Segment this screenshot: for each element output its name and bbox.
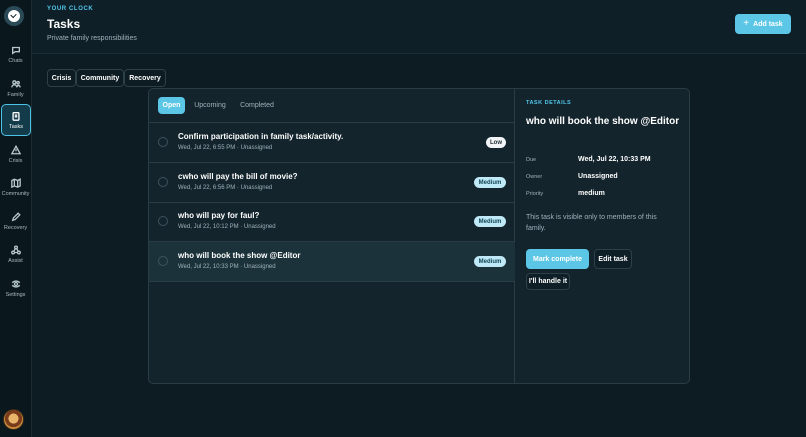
sidebar-item-label: Assist	[8, 257, 23, 264]
sidebar-item-label: Chats	[8, 57, 23, 64]
sidebar-item-family[interactable]: Family	[0, 72, 31, 104]
priority-label: Priority	[526, 191, 544, 197]
segment-crisis[interactable]: Crisis	[47, 69, 76, 87]
task-meta: Wed, Jul 22, 10:33 PM · Unassigned	[178, 264, 276, 270]
page-subtitle: Private family responsibilities	[47, 35, 137, 42]
priority-badge: Medium	[474, 256, 506, 267]
task-meta: Wed, Jul 22, 10:12 PM · Unassigned	[178, 224, 276, 230]
family-icon	[10, 79, 21, 87]
task-row[interactable]: cwho will pay the bill of movie? Wed, Ju…	[149, 163, 515, 203]
map-icon	[10, 177, 21, 188]
priority-badge: Medium	[474, 177, 506, 188]
sidebar-item-label: Settings	[5, 291, 26, 298]
detail-eyebrow: TASK DETAILS	[526, 100, 572, 106]
mark-complete-button[interactable]: Mark complete	[526, 249, 589, 269]
task-row[interactable]: Confirm participation in family task/act…	[149, 123, 515, 163]
tasks-card: Open Upcoming Completed Confirm particip…	[148, 88, 690, 384]
task-meta: Wed, Jul 22, 6:55 PM · Unassigned	[178, 145, 273, 151]
sidebar: Chats Family Tasks Crisis Community Reco…	[0, 0, 32, 437]
clipboard-icon	[12, 111, 20, 121]
sidebar-item-settings[interactable]: Settings	[0, 272, 31, 304]
filter-tabs: Open Upcoming Completed	[149, 89, 515, 123]
due-label: Due	[526, 157, 537, 163]
tab-completed[interactable]: Completed	[237, 97, 277, 114]
segment-community[interactable]: Community	[76, 69, 124, 87]
warning-icon	[10, 144, 21, 154]
visibility-note: This task is visible only to members of …	[526, 214, 657, 232]
sidebar-item-label: Tasks	[8, 123, 24, 130]
task-row-selected[interactable]: who will book the show @Editor Wed, Jul …	[149, 242, 515, 282]
edit-task-button[interactable]: Edit task	[594, 249, 632, 269]
sidebar-item-assist[interactable]: Assist	[0, 238, 31, 270]
clock-logo-icon[interactable]	[4, 6, 24, 26]
task-list-pane: Open Upcoming Completed Confirm particip…	[149, 89, 515, 383]
plus-icon: +	[743, 18, 750, 29]
pen-icon	[11, 211, 21, 221]
page-title: Tasks	[47, 17, 81, 31]
page-header: YOUR CLOCK Tasks Private family responsi…	[32, 0, 806, 54]
header-eyebrow: YOUR CLOCK	[47, 6, 94, 12]
priority-badge: Low	[486, 137, 506, 148]
tab-open[interactable]: Open	[158, 97, 185, 114]
chat-icon	[11, 46, 20, 55]
task-title: who will pay for faul?	[178, 211, 260, 220]
sidebar-item-crisis[interactable]: Crisis	[0, 138, 31, 170]
task-checkbox[interactable]	[158, 216, 168, 226]
sidebar-item-community[interactable]: Community	[0, 171, 31, 203]
segment-recovery[interactable]: Recovery	[124, 69, 166, 87]
priority-badge: Medium	[474, 216, 506, 227]
task-checkbox[interactable]	[158, 177, 168, 187]
task-title: Confirm participation in family task/act…	[178, 132, 344, 141]
add-task-button[interactable]: + Add task	[735, 14, 791, 34]
sidebar-item-recovery[interactable]: Recovery	[0, 205, 31, 237]
sidebar-item-tasks[interactable]: Tasks	[1, 104, 31, 136]
tab-upcoming[interactable]: Upcoming	[191, 97, 229, 114]
sidebar-item-label: Recovery	[3, 224, 28, 231]
task-checkbox[interactable]	[158, 256, 168, 266]
owner-label: Owner	[526, 174, 543, 180]
sidebar-item-label: Family	[7, 91, 24, 98]
detail-title: who will book the show @Editor	[526, 116, 680, 127]
add-task-label: Add task	[753, 20, 783, 28]
avatar[interactable]	[3, 409, 24, 430]
task-meta: Wed, Jul 22, 6:56 PM · Unassigned	[178, 185, 273, 191]
handle-it-button[interactable]: I'll handle it	[526, 273, 570, 290]
task-detail-pane: TASK DETAILS who will book the show @Edi…	[516, 89, 689, 383]
owner-value: Unassigned	[578, 173, 618, 180]
task-checkbox[interactable]	[158, 137, 168, 147]
molecule-icon	[10, 244, 21, 255]
due-value: Wed, Jul 22, 10:33 PM	[578, 156, 651, 163]
task-row[interactable]: who will pay for faul? Wed, Jul 22, 10:1…	[149, 202, 515, 242]
priority-value: medium	[578, 190, 605, 197]
settings-icon	[11, 279, 20, 288]
sidebar-item-label: Community	[1, 190, 30, 197]
sidebar-item-chats[interactable]: Chats	[0, 38, 31, 70]
sidebar-item-label: Crisis	[8, 157, 23, 164]
task-title: who will book the show @Editor	[178, 251, 301, 260]
task-title: cwho will pay the bill of movie?	[178, 172, 298, 181]
